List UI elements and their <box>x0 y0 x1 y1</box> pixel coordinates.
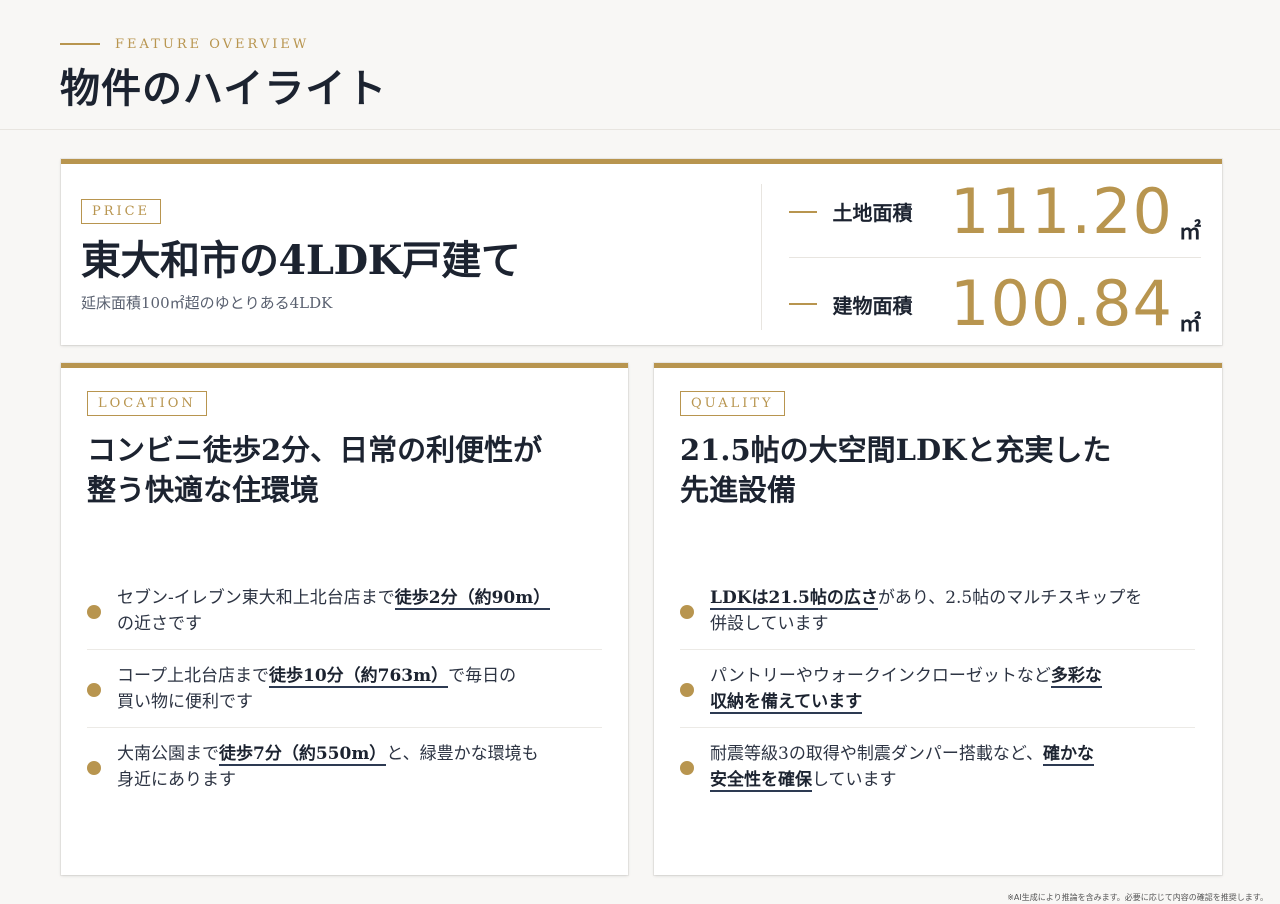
divider <box>761 184 762 330</box>
location-list: セブン-イレブン東大和上北台店まで徒歩2分（約90m） の近さです コープ上北台… <box>87 572 602 806</box>
highlight: 徒歩10分（約763m） <box>268 665 449 688</box>
stat-unit: ㎡ <box>1178 311 1201 337</box>
highlight: 徒歩7分（約550m） <box>219 744 387 766</box>
highlight: LDKは21.5帖の広さ <box>710 587 878 610</box>
eyebrow-text: FEATURE OVERVIEW <box>115 36 310 52</box>
highlight: 収納を備えています <box>710 691 863 714</box>
list-item: 大南公園まで徒歩7分（約550m）と、緑豊かな環境も 身近にあります <box>87 728 602 806</box>
bullet-icon <box>680 683 694 697</box>
quality-list: LDKは21.5帖の広さがあり、2.5帖のマルチスキップを 併設しています パン… <box>680 572 1195 806</box>
item-text: 大南公園まで徒歩7分（約550m）と、緑豊かな環境も 身近にあります <box>117 744 539 790</box>
stat-land-area: 土地面積 111.20 ㎡ <box>789 166 1201 258</box>
bullet-icon <box>680 761 694 775</box>
bullet-icon <box>87 761 101 775</box>
location-title: コンビニ徒歩2分、日常の利便性が 整う快適な住環境 <box>87 430 607 510</box>
bullet-icon <box>87 683 101 697</box>
highlight: 徒歩2分（約90m） <box>394 587 551 610</box>
stat-value: 111.20 <box>950 174 1173 248</box>
title-line: 先進設備 <box>680 473 797 507</box>
highlight: 確かな <box>1042 744 1094 766</box>
footnote: ※AI生成により推論を含みます。必要に応じて内容の確認を推奨します。 <box>1007 893 1268 902</box>
title-line: 整う快適な住環境 <box>87 473 320 507</box>
stat-dash <box>789 210 817 213</box>
highlight: 多彩な <box>1050 665 1102 688</box>
item-text: LDKは21.5帖の広さがあり、2.5帖のマルチスキップを 併設しています <box>710 587 1143 634</box>
highlight: 安全性を確保 <box>710 770 812 792</box>
list-item: パントリーやウォークインクローゼットなど多彩な 収納を備えています <box>680 650 1195 728</box>
quality-title: 21.5帖の大空間LDKと充実した 先進設備 <box>680 430 1200 510</box>
item-text: コープ上北台店まで徒歩10分（約763m）で毎日の 買い物に便利です <box>117 665 517 712</box>
price-title: 東大和市の4LDK戸建て <box>81 237 521 284</box>
price-subtitle: 延床面積100㎡超のゆとりある4LDK <box>81 294 333 312</box>
quality-tag: QUALITY <box>680 391 785 416</box>
stat-label: 土地面積 <box>832 201 913 225</box>
location-card: LOCATION コンビニ徒歩2分、日常の利便性が 整う快適な住環境 セブン-イ… <box>61 363 628 875</box>
stat-building-area: 建物面積 100.84 ㎡ <box>789 258 1201 350</box>
page-header: FEATURE OVERVIEW 物件のハイライト <box>0 0 1280 130</box>
list-item: セブン-イレブン東大和上北台店まで徒歩2分（約90m） の近さです <box>87 572 602 650</box>
page-title: 物件のハイライト <box>60 65 388 112</box>
stat-label: 建物面積 <box>832 293 913 318</box>
location-tag: LOCATION <box>87 391 207 416</box>
bullet-icon <box>87 605 101 619</box>
eyebrow: FEATURE OVERVIEW <box>60 34 309 54</box>
price-card: PRICE 東大和市の4LDK戸建て 延床面積100㎡超のゆとりある4LDK 土… <box>61 159 1222 345</box>
item-text: パントリーやウォークインクローゼットなど多彩な 収納を備えています <box>710 665 1102 714</box>
price-tag: PRICE <box>81 199 162 224</box>
stat-unit: ㎡ <box>1178 218 1201 245</box>
bullet-icon <box>680 605 694 619</box>
list-item: コープ上北台店まで徒歩10分（約763m）で毎日の 買い物に便利です <box>87 650 602 728</box>
item-text: 耐震等級3の取得や制震ダンパー搭載など、確かな 安全性を確保しています <box>710 744 1094 792</box>
quality-card: QUALITY 21.5帖の大空間LDKと充実した 先進設備 LDKは21.5帖… <box>654 363 1222 875</box>
eyebrow-rule <box>60 43 100 45</box>
stat-dash <box>789 303 817 305</box>
list-item: LDKは21.5帖の広さがあり、2.5帖のマルチスキップを 併設しています <box>680 572 1195 650</box>
list-item: 耐震等級3の取得や制震ダンパー搭載など、確かな 安全性を確保しています <box>680 728 1195 806</box>
title-line: コンビニ徒歩2分、日常の利便性が <box>87 433 543 467</box>
item-text: セブン-イレブン東大和上北台店まで徒歩2分（約90m） の近さです <box>117 587 551 634</box>
stat-value: 100.84 <box>950 267 1173 340</box>
title-line: 21.5帖の大空間LDKと充実した <box>680 433 1112 467</box>
